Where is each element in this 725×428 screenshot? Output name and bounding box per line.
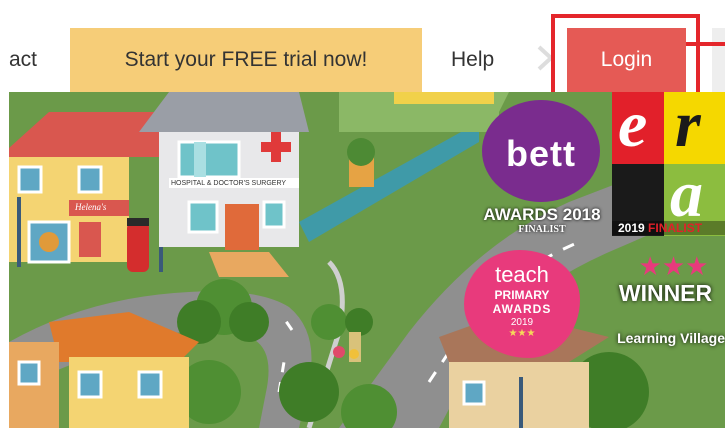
start-free-trial-button[interactable]: Start your FREE trial now! xyxy=(70,28,422,92)
teach-stars-icon: ★★★ xyxy=(508,328,536,339)
hospital-sign: HOSPITAL & DOCTOR'S SURGERY xyxy=(171,180,287,187)
era-status: FINALIST xyxy=(648,221,703,235)
teach-year-text: 2019 xyxy=(510,317,534,328)
bett-finalist-label: FINALIST xyxy=(518,224,566,235)
nav-contact-link[interactable]: act xyxy=(9,28,37,92)
era-letter-r: r xyxy=(675,88,701,161)
winner-stars-icon: ★★★ xyxy=(638,251,709,281)
bett-logo-text: bett xyxy=(506,133,576,174)
highlight-pointer-line xyxy=(686,42,725,46)
teach-logo-text: teach xyxy=(495,262,549,287)
teach-primary-text: PRIMARY xyxy=(494,288,550,302)
era-finalist-label: 2019 FINALIST xyxy=(612,221,725,235)
era-year: 2019 xyxy=(618,221,645,235)
era-letter-a: a xyxy=(670,158,703,231)
nav-help-link[interactable]: Help xyxy=(451,28,494,92)
top-nav: act Start your FREE trial now! Help Logi… xyxy=(0,0,725,110)
bett-awards-title: AWARDS 2018 xyxy=(483,205,601,224)
winner-title: WINNER xyxy=(618,280,713,306)
winner-subtitle: Learning Village xyxy=(617,330,725,346)
era-letter-e: e xyxy=(618,88,648,161)
teach-awards-text: AWARDS xyxy=(492,302,552,316)
shop-sign: Helena's xyxy=(75,202,107,212)
nav-edge xyxy=(712,28,725,92)
